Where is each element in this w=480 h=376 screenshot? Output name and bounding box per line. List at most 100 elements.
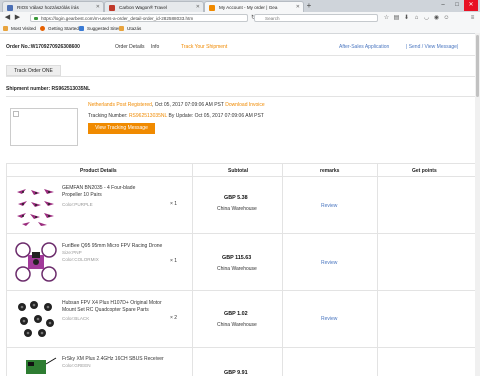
carrier-date: , Oct 05, 2017 07:09:06 AM PST (151, 102, 224, 108)
motor-mount-image (18, 301, 54, 337)
tab-title: RIOS Válasz hozzászólás írás (17, 5, 79, 10)
send-view-message-link[interactable]: | Send / View Message| (406, 44, 458, 50)
carrier-name: Netherlands Post Registered (88, 102, 152, 108)
browser-tab-active[interactable]: My Account - My order | Gea ✕ (204, 1, 304, 12)
tab-track-shipment[interactable]: Track Your Shipment (181, 44, 227, 50)
lock-icon (34, 17, 38, 20)
product-thumbnail[interactable] (14, 297, 58, 341)
menu-icon[interactable]: ≡ (468, 14, 477, 22)
header-get-points: Get points (412, 168, 437, 174)
product-name[interactable]: Hubsan FPV X4 Plus H107D+ Original Motor… (62, 300, 162, 313)
download-invoice-link[interactable]: Download Invoice (225, 102, 264, 108)
product-name[interactable]: FrSky XM Plus 2.4GHz 16CH SBUS Receiver (62, 356, 182, 363)
folder-icon (119, 26, 124, 31)
warehouse: China Warehouse (217, 322, 257, 328)
product-thumbnail[interactable] (14, 184, 58, 228)
bookmark-getting-started[interactable]: Getting Started (40, 25, 79, 32)
product-price: GBP 1.02 (224, 311, 248, 317)
search-placeholder: Search (265, 16, 280, 21)
close-tab-icon[interactable]: ✕ (196, 2, 200, 12)
tab-info[interactable]: Info (151, 44, 159, 50)
warehouse: China Warehouse (217, 206, 257, 212)
divider (6, 76, 476, 77)
product-color: Color:PURPLE (62, 202, 93, 207)
product-quantity: × 1 (170, 258, 178, 264)
bookmark-most-visited[interactable]: Most Visited (3, 25, 36, 32)
column-divider (282, 163, 283, 376)
product-quantity: × 2 (170, 315, 178, 321)
bookmark-label: Getting Started (48, 26, 79, 31)
header-product-details: Product Details (80, 168, 117, 174)
site-favicon-icon (209, 5, 215, 11)
row-divider (6, 347, 476, 348)
carrier-line: Netherlands Post Registered, Oct 05, 201… (88, 102, 265, 108)
tab-order-details[interactable]: Order Details (115, 44, 144, 50)
review-link[interactable]: Review (321, 260, 337, 266)
broken-image-icon (13, 111, 19, 117)
maximize-icon[interactable]: □ (450, 0, 464, 11)
view-tracking-button[interactable]: View Tracking Message (88, 123, 155, 134)
new-tab-icon[interactable]: + (304, 1, 314, 11)
url-text: https://login.gearbest.com/m-users-a-ord… (41, 16, 194, 21)
home-icon[interactable]: ⌂ (412, 14, 421, 22)
extension-icon[interactable]: ◉ (432, 14, 441, 22)
product-thumbnail[interactable] (14, 354, 58, 376)
minimize-icon[interactable]: – (436, 0, 450, 11)
tracking-label: Tracking Number: (88, 113, 129, 119)
star-icon[interactable]: ☆ (382, 14, 391, 22)
forward-icon[interactable]: ▶ (13, 14, 22, 22)
clipboard-icon[interactable]: ▤ (392, 14, 401, 22)
column-divider (192, 163, 193, 376)
back-icon[interactable]: ◀ (3, 14, 12, 22)
receiver-image (26, 357, 57, 374)
firefox-icon (40, 26, 45, 31)
review-link[interactable]: Review (321, 203, 337, 209)
drone-image (15, 242, 57, 282)
row-divider (6, 176, 476, 177)
row-divider (6, 290, 476, 291)
tab-title: Carbon Wagon® Travel (119, 5, 167, 10)
browser-tab[interactable]: Carbon Wagon® Travel ✕ (104, 1, 204, 12)
tracking-number[interactable]: RS962513035NL (129, 113, 167, 119)
download-icon[interactable]: ⬇ (402, 14, 411, 22)
address-bar[interactable]: https://login.gearbest.com/m-users-a-ord… (30, 14, 248, 22)
product-thumbnail[interactable] (14, 240, 58, 284)
track-order-one-tab[interactable]: Track Order ONE (6, 65, 61, 76)
review-link[interactable]: Review (321, 316, 337, 322)
page-scrollbar[interactable] (475, 33, 480, 376)
product-color: Color:COLORMIX (62, 257, 99, 262)
scrollbar-thumb[interactable] (476, 35, 479, 97)
browser-tab[interactable]: RIOS Válasz hozzászólás írás ✕ (2, 1, 104, 12)
product-price: GBP 5.38 (224, 195, 248, 201)
close-tab-icon[interactable]: ✕ (96, 2, 100, 12)
sync-icon[interactable]: ☺ (442, 14, 451, 22)
site-favicon-icon (109, 5, 115, 11)
tracking-line: Tracking Number: RS962513035NL By Update… (88, 113, 264, 119)
product-color: Color:GREEN (62, 363, 91, 368)
product-price: GBP 115.63 (222, 255, 252, 261)
close-tab-icon[interactable]: ✕ (296, 2, 300, 12)
pocket-icon[interactable]: ◡ (422, 14, 431, 22)
carrier-image (10, 108, 78, 146)
after-sales-link[interactable]: After-Sales Application (339, 44, 389, 50)
bookmark-utazas[interactable]: Utazás (119, 25, 141, 32)
header-remarks: remarks (320, 168, 340, 174)
product-size: Size:PNP (62, 250, 82, 255)
propeller-image (17, 189, 54, 226)
shipment-number: Shipment number: RS962513035NL (6, 86, 91, 92)
product-name[interactable]: FuriBee Q95 95mm Micro FPV Racing Drone (62, 243, 182, 250)
header-subtotal: Subtotal (228, 168, 248, 174)
bookmark-label: Utazás (127, 26, 142, 31)
close-window-icon[interactable]: ✕ (464, 0, 478, 11)
bookmark-label: Most Visited (11, 26, 36, 31)
warehouse: China Warehouse (217, 266, 257, 272)
product-color: Color:BLACK (62, 316, 90, 321)
bookmark-suggested-sites[interactable]: Suggested Sites (79, 25, 120, 32)
tab-title: My Account - My order | Gea (219, 5, 278, 10)
search-input[interactable]: Search (254, 14, 378, 22)
row-divider (6, 233, 476, 234)
product-quantity: × 1 (170, 201, 178, 207)
product-name[interactable]: GEMFAN BN2035 - 4 Four-blade Propeller 1… (62, 185, 154, 198)
product-price: GBP 9.91 (224, 370, 248, 376)
bookmark-label: Suggested Sites (87, 26, 121, 31)
